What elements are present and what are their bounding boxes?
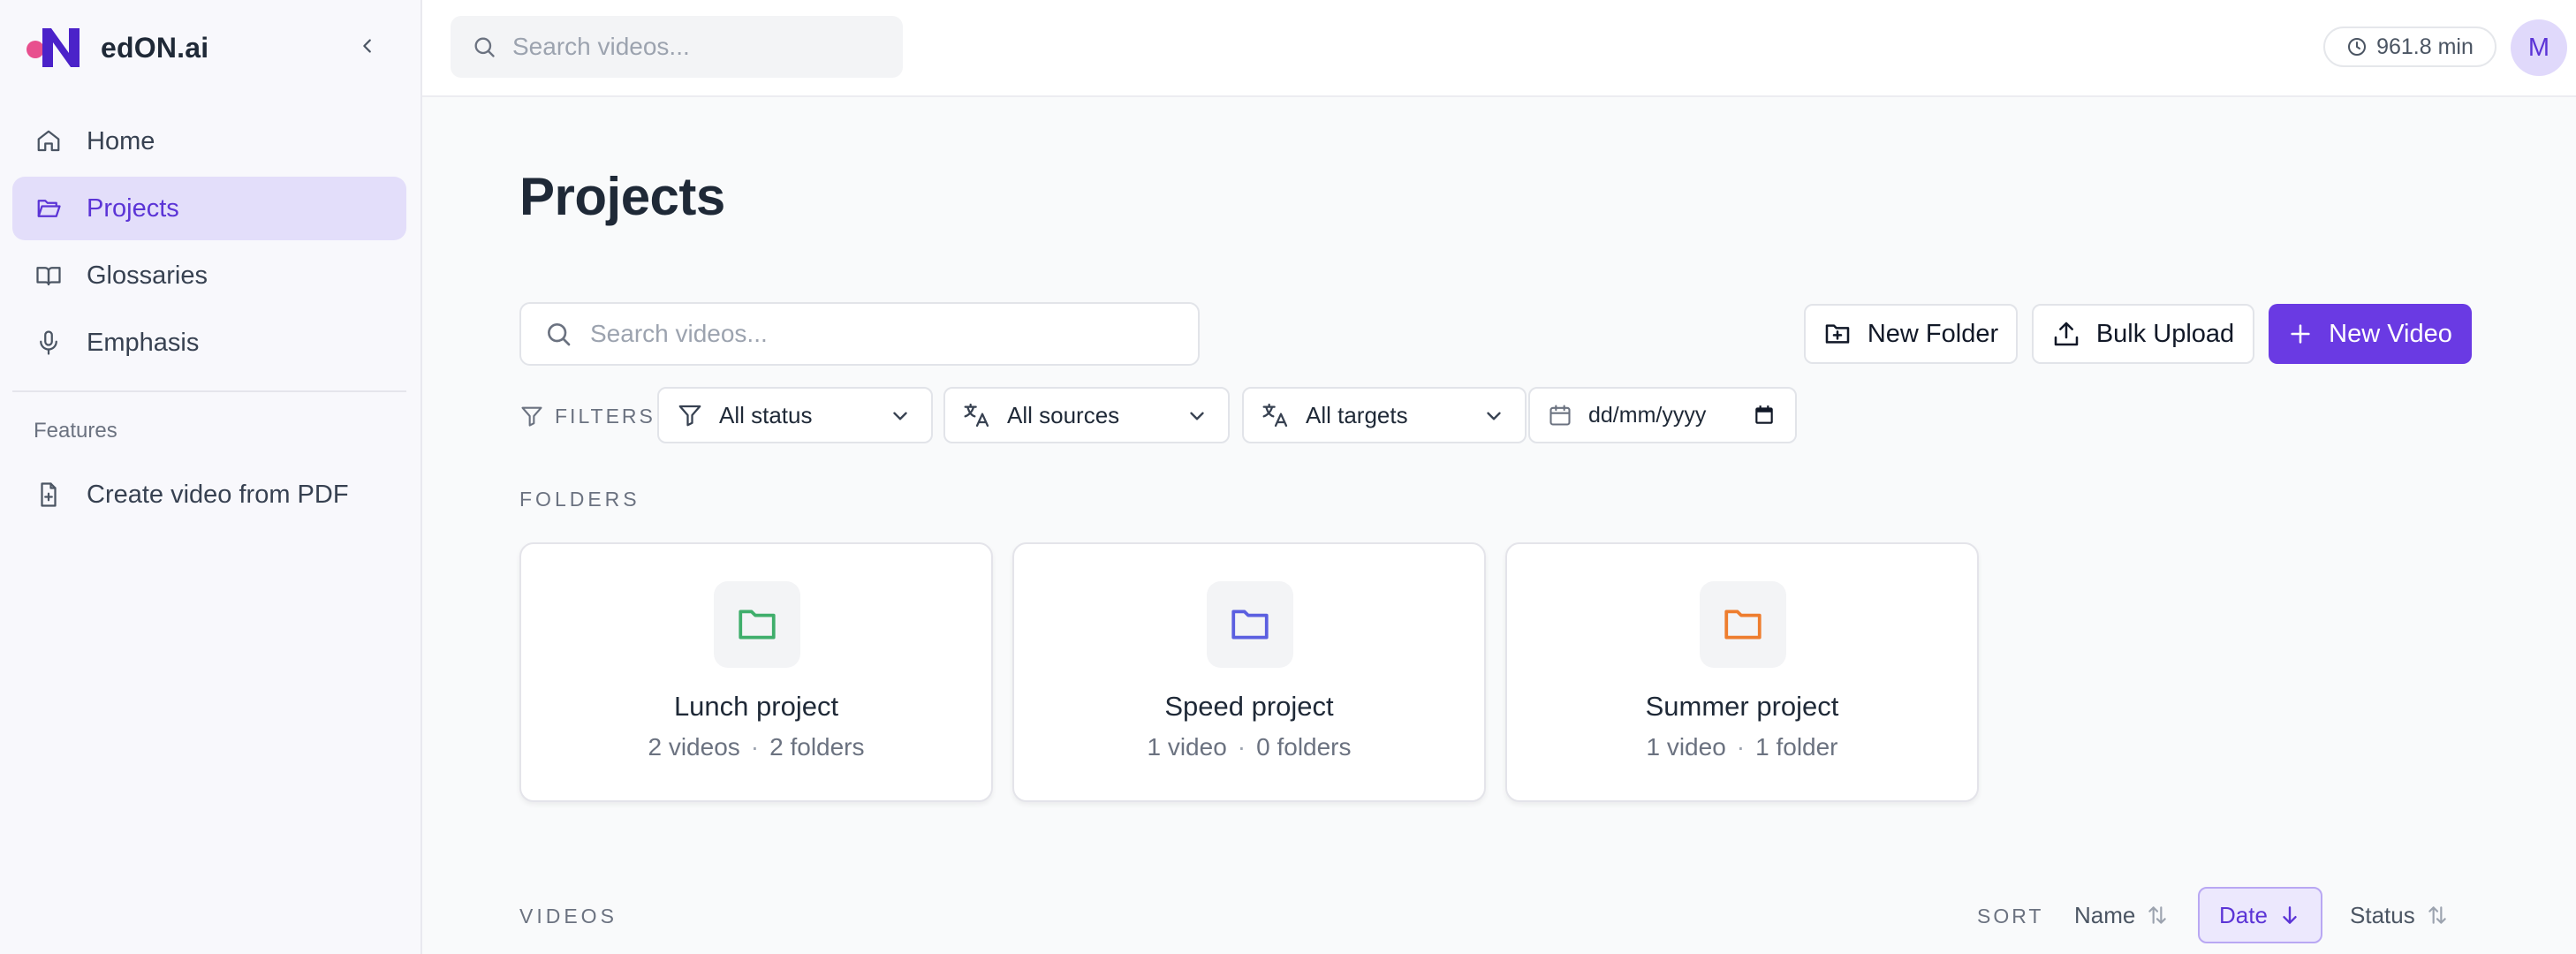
- videos-section-label: VIDEOS: [519, 905, 617, 928]
- translate-icon: [963, 401, 991, 429]
- brand-name: edON.ai: [101, 31, 209, 64]
- chevron-down-icon: [889, 405, 912, 428]
- folder-card[interactable]: Lunch project 2 videos · 2 folders: [519, 542, 993, 802]
- sidebar-item-glossaries[interactable]: Glossaries: [12, 244, 406, 307]
- new-folder-label: New Folder: [1867, 319, 1999, 348]
- plus-icon: [2288, 322, 2313, 346]
- book-icon: [34, 261, 64, 291]
- sort-by-name-button[interactable]: Name: [2055, 887, 2188, 943]
- folder-card[interactable]: Speed project 1 video · 0 folders: [1012, 542, 1486, 802]
- home-icon: [34, 126, 64, 156]
- folders-section-label: FOLDERS: [519, 488, 640, 511]
- new-folder-button[interactable]: New Folder: [1804, 304, 2018, 364]
- search-icon: [544, 320, 572, 348]
- chevron-down-icon: [1186, 405, 1208, 428]
- sidebar-item-label: Create video from PDF: [87, 480, 349, 509]
- folder-name: Lunch project: [673, 691, 839, 722]
- folder-meta: 2 videos · 2 folders: [648, 733, 865, 761]
- folder-icon: [1700, 581, 1786, 668]
- bulk-upload-label: Bulk Upload: [2095, 319, 2235, 348]
- folder-open-icon: [34, 193, 64, 223]
- status-filter-value: All status: [719, 401, 813, 428]
- upload-icon: [2052, 320, 2080, 348]
- sort-arrows-icon: [2426, 904, 2449, 927]
- date-filter-input[interactable]: dd/mm/yyyy: [1528, 387, 1797, 443]
- sources-filter-value: All sources: [1007, 401, 1120, 428]
- folder-plus-icon: [1823, 320, 1852, 348]
- calendar-icon: [1548, 403, 1572, 428]
- sidebar-item-emphasis[interactable]: Emphasis: [12, 311, 406, 375]
- chevron-left-icon: [363, 39, 371, 53]
- brand[interactable]: edON.ai: [27, 23, 208, 72]
- sidebar-item-label: Glossaries: [87, 261, 208, 290]
- sidebar-item-projects[interactable]: Projects: [12, 177, 406, 240]
- folder-name: Speed project: [1164, 691, 1334, 722]
- targets-filter-select[interactable]: All targets: [1242, 387, 1527, 443]
- features-nav: Create video from PDF: [12, 463, 406, 530]
- sidebar: edON.ai Home Projects Glossaries Emphasi…: [0, 0, 422, 954]
- sidebar-item-label: Home: [87, 126, 155, 155]
- video-search-input[interactable]: [590, 320, 961, 348]
- new-video-label: New Video: [2329, 319, 2452, 348]
- folder-meta: 1 video · 0 folders: [1147, 733, 1352, 761]
- new-video-button[interactable]: New Video: [2269, 304, 2472, 364]
- sort-by-status-button[interactable]: Status: [2330, 887, 2468, 943]
- sidebar-item-label: Emphasis: [87, 328, 200, 357]
- sort-by-date-button[interactable]: Date: [2198, 887, 2322, 943]
- chevron-down-icon: [1482, 405, 1505, 428]
- topbar: 961.8 min M: [422, 0, 2576, 97]
- logo: [27, 25, 83, 71]
- sidebar-nav: Home Projects Glossaries Emphasis: [12, 110, 406, 378]
- filter-icon: [677, 402, 703, 428]
- translate-icon: [1261, 401, 1290, 429]
- video-search-box[interactable]: [519, 302, 1200, 366]
- collapse-sidebar-button[interactable]: [352, 30, 383, 62]
- folder-meta: 1 video · 1 folder: [1646, 733, 1838, 761]
- top-search-box[interactable]: [451, 16, 903, 78]
- page-title: Projects: [519, 167, 725, 226]
- folder-card[interactable]: Summer project 1 video · 1 folder: [1505, 542, 1979, 802]
- sidebar-item-create-video-from-pdf[interactable]: Create video from PDF: [12, 463, 406, 526]
- usage-minutes: 961.8 min: [2376, 34, 2474, 59]
- filter-icon: [519, 404, 544, 428]
- targets-filter-value: All targets: [1306, 401, 1408, 428]
- mic-icon: [34, 328, 64, 358]
- folder-icon: [714, 581, 800, 668]
- sidebar-item-home[interactable]: Home: [12, 110, 406, 173]
- filters-label: FILTERS: [519, 401, 655, 431]
- sources-filter-select[interactable]: All sources: [943, 387, 1230, 443]
- calendar-picker-icon[interactable]: [1753, 404, 1776, 427]
- top-search-input[interactable]: [512, 33, 883, 61]
- sort-arrows-icon: [2146, 904, 2169, 927]
- folder-icon: [1207, 581, 1293, 668]
- usage-minutes-badge[interactable]: 961.8 min: [2323, 26, 2496, 67]
- status-filter-select[interactable]: All status: [657, 387, 933, 443]
- sidebar-item-label: Projects: [87, 193, 179, 223]
- folder-name: Summer project: [1645, 691, 1839, 722]
- date-filter-value: dd/mm/yyyy: [1588, 402, 1707, 428]
- features-section-label: Features: [34, 419, 117, 443]
- bulk-upload-button[interactable]: Bulk Upload: [2032, 304, 2254, 364]
- divider: [12, 390, 406, 392]
- clock-icon: [2346, 36, 2368, 57]
- search-icon: [472, 34, 496, 59]
- sort-label: SORT: [1977, 905, 2044, 928]
- file-plus-icon: [34, 480, 64, 510]
- avatar[interactable]: M: [2511, 19, 2567, 76]
- arrow-down-icon: [2278, 904, 2301, 927]
